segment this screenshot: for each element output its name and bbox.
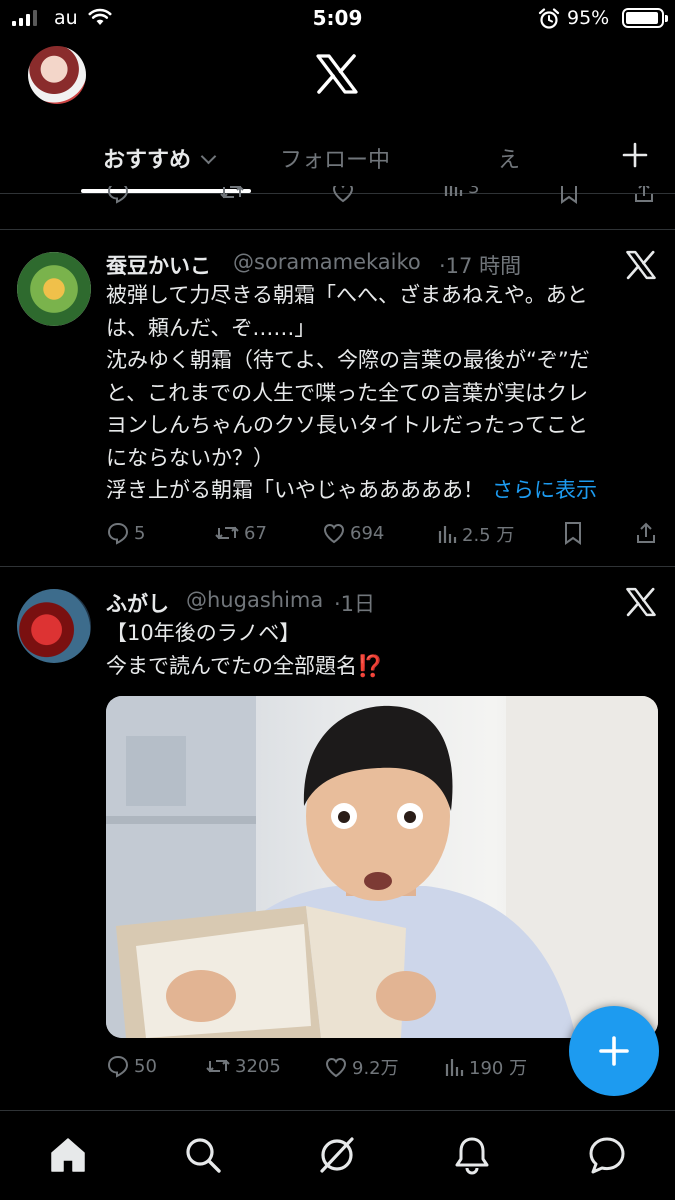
reply-count: 50 <box>134 1055 157 1077</box>
views-icon <box>444 186 463 196</box>
tweet-line: ヨンしんちゃんのクソ長いタイトルだったってこと <box>106 413 588 437</box>
reply-count: 5 <box>134 522 146 544</box>
previous-tweet-actions: 3 <box>0 186 675 210</box>
x-logo-icon <box>316 54 358 94</box>
plus-icon <box>599 1036 629 1066</box>
tweet-line: は、頼んだ、ぞ……」 <box>106 315 316 340</box>
like-count: 694 <box>350 522 385 544</box>
views-stat[interactable]: 3 <box>444 186 479 198</box>
like-icon[interactable] <box>331 186 355 204</box>
compose-button[interactable] <box>569 1006 659 1096</box>
tab-following[interactable]: フォロー中 <box>280 142 390 174</box>
views-count: 190 万 <box>469 1058 528 1079</box>
x-logo-icon[interactable] <box>626 587 656 617</box>
views-count: 2.5 万 <box>462 525 515 546</box>
views-button[interactable]: 190 万 <box>445 1054 527 1080</box>
tweet-line: と、これまでの人生で喋った全ての言葉が実はクレ <box>106 380 589 405</box>
views-icon <box>445 1059 464 1076</box>
tweet-line: 浮き上がる朝霜「いやじゃあああああ！ <box>106 478 484 502</box>
repost-icon <box>206 1059 230 1073</box>
bookmark-icon[interactable] <box>559 186 579 204</box>
bookmark-icon[interactable] <box>563 521 583 545</box>
reply-icon <box>107 522 129 545</box>
grok-icon[interactable] <box>317 1135 357 1175</box>
like-button[interactable]: 9.2万 <box>324 1054 399 1080</box>
views-count: 3 <box>468 186 480 198</box>
reply-button[interactable]: 50 <box>106 1054 157 1078</box>
tweet-text: 【10年後のラノベ】 今まで読んでたの全部題名⁉️ <box>106 617 656 682</box>
add-tab-icon[interactable] <box>622 142 648 168</box>
tweet-image[interactable] <box>106 696 658 1038</box>
handle[interactable]: @hugashima <box>186 588 323 612</box>
tweet-line: 沈みゆく朝霜（待てよ、今際の言葉の最後が“ぞ”だ <box>106 348 590 372</box>
avatar[interactable] <box>17 252 91 326</box>
show-more-link[interactable]: さらに表示 <box>492 478 597 502</box>
bottom-nav <box>0 1110 675 1200</box>
battery-icon <box>622 8 668 28</box>
share-icon[interactable] <box>633 186 655 204</box>
tweet-actions: 5 67 694 2.5 万 <box>0 521 675 551</box>
divider <box>0 229 675 230</box>
like-icon <box>323 523 345 544</box>
tab-following-label: フォロー中 <box>280 148 391 173</box>
avatar[interactable] <box>17 589 91 663</box>
home-icon[interactable] <box>48 1135 88 1175</box>
repost-button[interactable]: 67 <box>214 521 267 545</box>
timeline-tabs: おすすめ フォロー中 え <box>0 118 675 194</box>
views-button[interactable]: 2.5 万 <box>438 521 514 547</box>
tweet-line: 今まで読んでたの全部題名⁉️ <box>106 653 384 678</box>
status-bar: au 5:09 95% <box>0 0 675 38</box>
repost-button[interactable]: 3205 <box>205 1054 281 1078</box>
display-name[interactable]: ふがし <box>106 588 169 618</box>
repost-count: 3205 <box>235 1055 281 1077</box>
handle[interactable]: @soramamekaiko <box>233 250 421 274</box>
timestamp: ·1日 <box>334 592 376 616</box>
views-icon <box>438 526 457 543</box>
reply-icon <box>107 1055 129 1078</box>
tab-list[interactable]: え <box>498 142 520 174</box>
battery-level-fill <box>626 12 658 24</box>
like-button[interactable]: 694 <box>322 521 384 545</box>
photo-man-reading-book <box>106 696 658 1038</box>
reply-icon[interactable] <box>106 186 130 204</box>
like-icon <box>325 1057 347 1078</box>
repost-icon[interactable] <box>219 186 245 204</box>
x-logo-icon[interactable] <box>626 250 656 280</box>
alarm-icon <box>538 8 560 29</box>
tweet-line: 被弾して力尽きる朝霜「へへ、ざまあねえや。あと <box>106 283 588 307</box>
share-icon[interactable] <box>635 521 657 545</box>
messages-icon[interactable] <box>587 1135 627 1175</box>
profile-avatar[interactable] <box>28 46 86 104</box>
tab-recommended-label: おすすめ <box>103 148 192 173</box>
tab-recommended[interactable]: おすすめ <box>103 142 217 174</box>
tweet-line: にならないか？） <box>106 445 274 470</box>
repost-count: 67 <box>244 522 267 544</box>
search-icon[interactable] <box>183 1135 223 1175</box>
divider <box>0 566 675 567</box>
display-name[interactable]: 蚕豆かいこ <box>106 250 211 280</box>
notifications-icon[interactable] <box>452 1135 492 1175</box>
repost-icon <box>215 526 239 540</box>
tab-list-label: え <box>498 148 521 173</box>
like-count: 9.2万 <box>352 1058 399 1079</box>
tweet-text: 被弾して力尽きる朝霜「へへ、ざまあねえや。あと は、頼んだ、ぞ……」 沈みゆく朝… <box>106 279 656 507</box>
reply-button[interactable]: 5 <box>106 521 145 545</box>
tweet-line: 【10年後のラノベ】 <box>106 621 301 645</box>
battery-percent: 95% <box>567 7 610 29</box>
chevron-down-icon[interactable] <box>200 148 217 165</box>
timestamp: ·17 時間 <box>439 254 522 278</box>
